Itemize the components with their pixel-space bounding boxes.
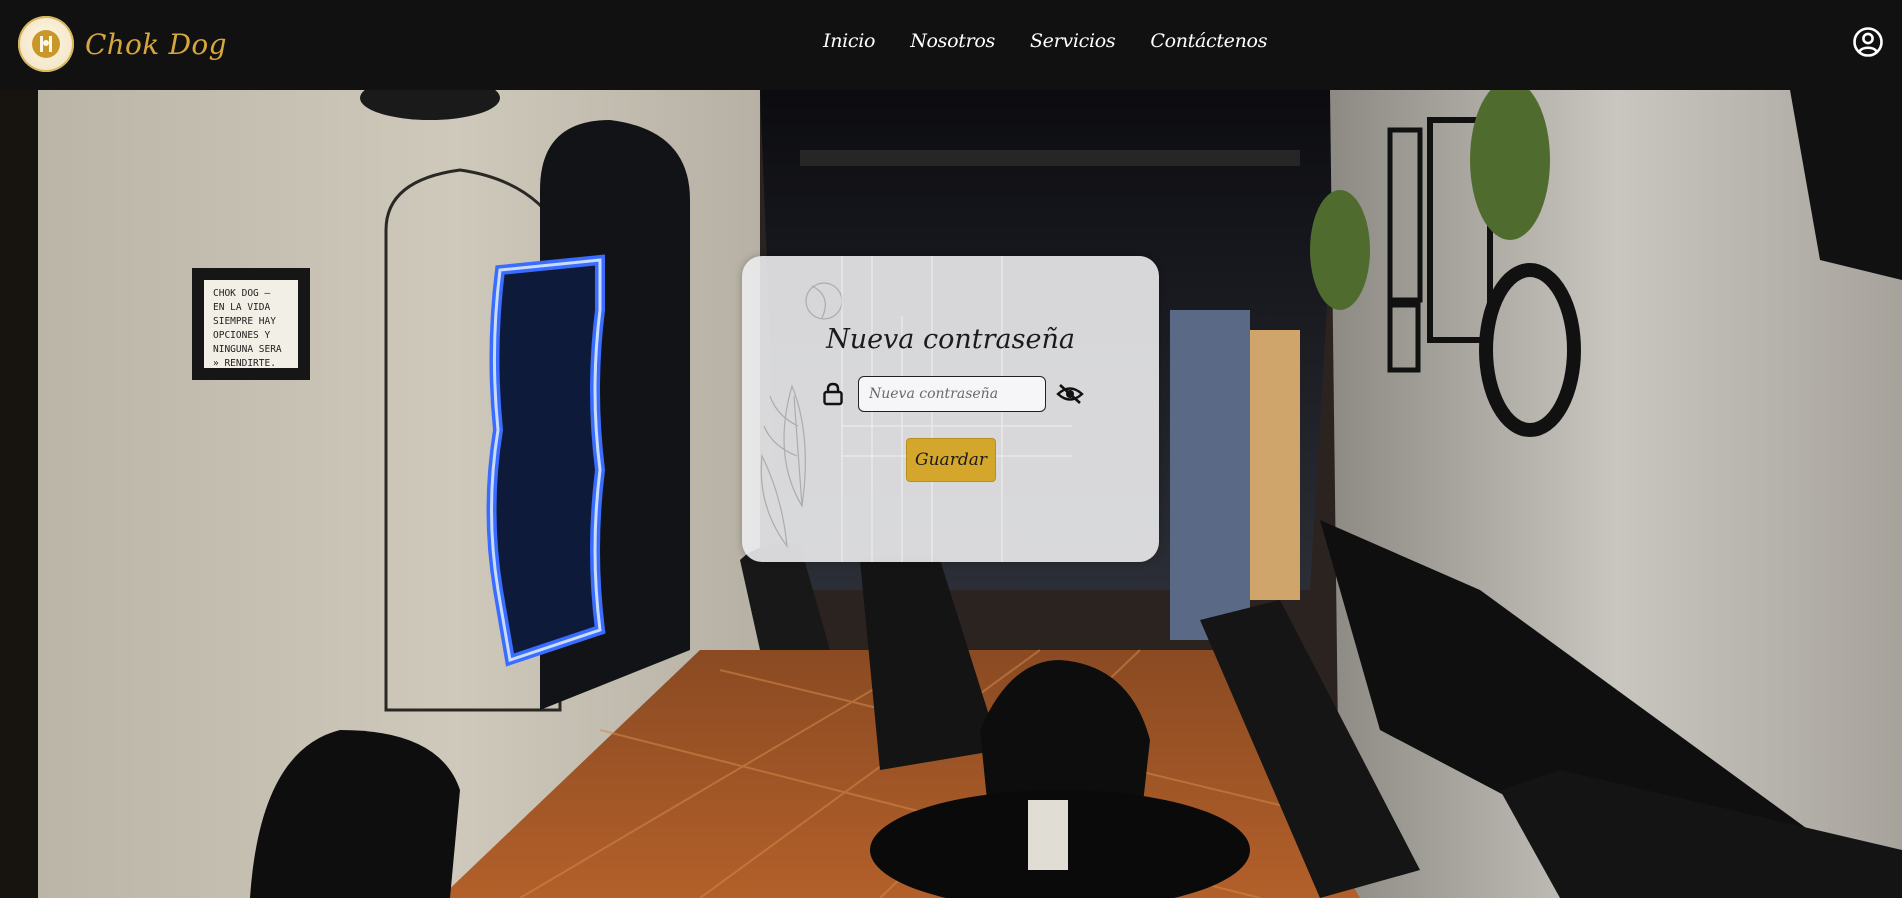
nav-link-nosotros[interactable]: Nosotros: [910, 30, 995, 52]
nav-links: Inicio Nosotros Servicios Contáctenos: [823, 30, 1302, 52]
save-button[interactable]: Guardar: [906, 438, 996, 482]
user-circle-icon[interactable]: [1852, 26, 1884, 58]
nav-link-servicios[interactable]: Servicios: [1030, 30, 1116, 52]
password-field-row: [822, 376, 1084, 412]
logo-icon[interactable]: [18, 16, 74, 72]
brand[interactable]: Chok Dog: [18, 16, 227, 72]
brand-name[interactable]: Chok Dog: [85, 28, 227, 61]
nav-link-inicio[interactable]: Inicio: [823, 30, 875, 52]
card-title: Nueva contraseña: [826, 324, 1075, 355]
sign-line: NINGUNA SERA: [213, 344, 282, 355]
new-password-input[interactable]: [858, 376, 1046, 412]
sign-line: OPCIONES Y: [213, 330, 270, 341]
nav-link-contactenos[interactable]: Contáctenos: [1150, 30, 1267, 52]
sign-line: CHOK DOG —: [213, 288, 270, 299]
new-password-card: Nueva contraseña Guardar: [742, 256, 1159, 562]
navbar: Chok Dog Inicio Nosotros Servicios Contá…: [0, 0, 1902, 90]
sign-line: SIEMPRE HAY: [213, 316, 276, 327]
lock-icon: [823, 382, 843, 406]
sign-line: » RENDIRTE.: [213, 358, 276, 369]
eye-off-icon[interactable]: [1056, 383, 1084, 405]
sign-line: EN LA VIDA: [213, 302, 270, 313]
